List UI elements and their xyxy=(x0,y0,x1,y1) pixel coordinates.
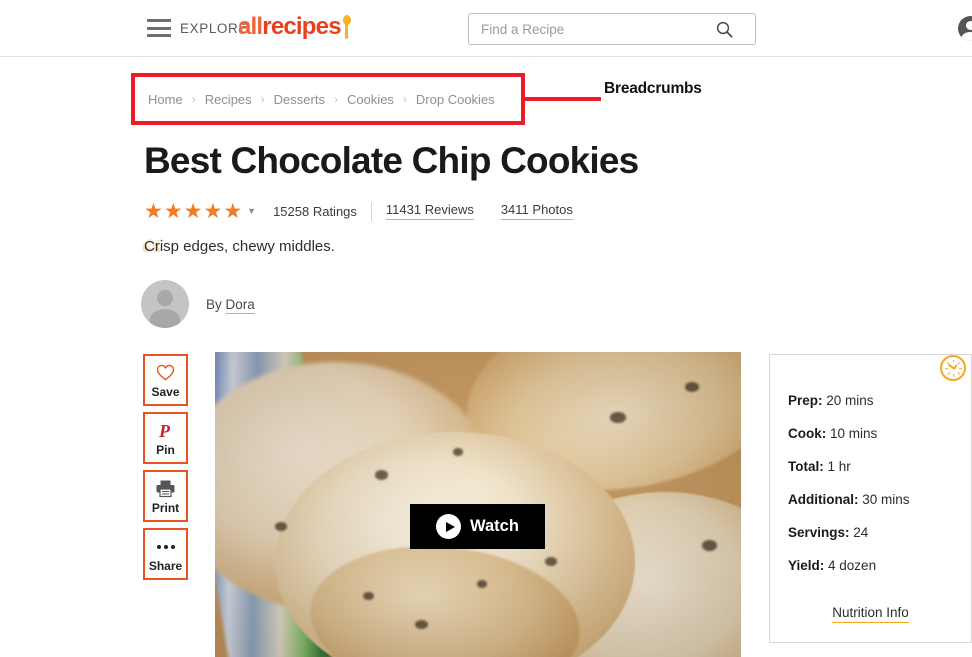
info-value-servings: 24 xyxy=(853,525,869,540)
avatar-body xyxy=(150,309,180,328)
reviews-link[interactable]: 11431 Reviews xyxy=(385,202,474,220)
svg-text:P: P xyxy=(158,421,171,441)
star-icon: ★ xyxy=(203,199,223,223)
info-row-yield: Yield: 4 dozen xyxy=(788,558,971,573)
search-icon xyxy=(716,21,732,37)
info-row-prep: Prep: 20 mins xyxy=(788,393,971,408)
nutrition-info-link[interactable]: Nutrition Info xyxy=(832,605,909,623)
info-value-additional: 30 mins xyxy=(862,492,910,507)
info-value-yield: 4 dozen xyxy=(828,558,877,573)
breadcrumb-item-desserts[interactable]: Desserts xyxy=(274,92,325,107)
info-row-total: Total: 1 hr xyxy=(788,459,971,474)
print-button-label: Print xyxy=(151,500,180,515)
rating-row: ★ ★ ★ ★ ★ ▼ 15258 Ratings 11431 Reviews … xyxy=(144,199,573,223)
recipe-action-bar: Save P Pin Print Share xyxy=(143,354,188,586)
breadcrumb-separator: › xyxy=(191,92,196,106)
search-input[interactable] xyxy=(469,14,704,44)
star-icon: ★ xyxy=(183,199,203,223)
info-label-prep: Prep: xyxy=(788,393,823,408)
info-row-additional: Additional: 30 mins xyxy=(788,492,971,507)
breadcrumb-separator: › xyxy=(333,92,338,106)
logo-text-all: all xyxy=(238,13,263,40)
pin-button-label: Pin xyxy=(156,442,175,457)
pin-button[interactable]: P Pin xyxy=(143,412,188,464)
annotation-label-breadcrumbs: Breadcrumbs xyxy=(604,80,702,97)
ellipsis-icon xyxy=(156,536,175,558)
annotation-leader-line xyxy=(525,97,601,101)
printer-icon xyxy=(155,478,176,500)
page-title: Best Chocolate Chip Cookies xyxy=(144,140,639,181)
recipe-description: Crisp edges, chewy middles. xyxy=(144,238,335,255)
watch-video-button[interactable]: Watch xyxy=(410,504,545,549)
breadcrumb-item-drop-cookies[interactable]: Drop Cookies xyxy=(416,92,495,107)
info-label-cook: Cook: xyxy=(788,426,827,441)
print-button[interactable]: Print xyxy=(143,470,188,522)
avatar-head xyxy=(157,290,173,306)
photos-link[interactable]: 3411 Photos xyxy=(500,202,573,220)
play-icon xyxy=(436,514,462,539)
allrecipes-logo[interactable]: allrecipes xyxy=(238,15,351,39)
pinterest-icon: P xyxy=(158,420,174,442)
watch-button-label: Watch xyxy=(470,517,519,535)
clock-icon xyxy=(940,355,966,381)
recipe-hero-image[interactable]: Watch xyxy=(215,352,741,657)
star-rating[interactable]: ★ ★ ★ ★ ★ ▼ xyxy=(144,201,256,222)
breadcrumb-item-cookies[interactable]: Cookies xyxy=(347,92,394,107)
star-icon: ★ xyxy=(223,199,243,223)
avatar-head xyxy=(966,21,972,30)
star-icon: ★ xyxy=(163,199,183,223)
search-button[interactable] xyxy=(704,14,744,44)
recipe-page: EXPLORE allrecipes Home › Recipes › Dess… xyxy=(0,0,972,657)
info-value-cook: 10 mins xyxy=(830,426,878,441)
breadcrumb: Home › Recipes › Desserts › Cookies › Dr… xyxy=(135,92,495,107)
info-label-total: Total: xyxy=(788,459,824,474)
info-label-additional: Additional: xyxy=(788,492,859,507)
site-header: EXPLORE allrecipes xyxy=(0,0,972,57)
search-box[interactable] xyxy=(468,13,756,45)
share-button[interactable]: Share xyxy=(143,528,188,580)
star-icon: ★ xyxy=(144,199,163,223)
nutrition-info-link-wrap: Nutrition Info xyxy=(770,604,971,623)
breadcrumb-item-home[interactable]: Home xyxy=(148,92,183,107)
chevron-down-icon[interactable]: ▼ xyxy=(247,206,256,216)
avatar xyxy=(141,280,189,328)
byline: By Dora xyxy=(206,297,255,314)
save-button[interactable]: Save xyxy=(143,354,188,406)
logo-text-recipes: recipes xyxy=(262,13,341,40)
account-avatar-icon[interactable] xyxy=(958,16,972,41)
recipe-info-box: Prep: 20 mins Cook: 10 mins Total: 1 hr … xyxy=(769,354,972,643)
spoon-icon xyxy=(342,15,351,39)
breadcrumb-item-recipes[interactable]: Recipes xyxy=(205,92,252,107)
breadcrumb-highlight-box: Home › Recipes › Desserts › Cookies › Dr… xyxy=(131,73,525,125)
info-label-yield: Yield: xyxy=(788,558,825,573)
recipe-description-block: “ Crisp edges, chewy middles. xyxy=(140,231,335,277)
hamburger-menu-icon[interactable] xyxy=(147,19,171,37)
info-value-prep: 20 mins xyxy=(826,393,874,408)
breadcrumb-separator: › xyxy=(260,92,265,106)
info-label-servings: Servings: xyxy=(788,525,850,540)
divider xyxy=(370,201,372,221)
heart-icon xyxy=(156,362,175,384)
info-row-servings: Servings: 24 xyxy=(788,525,971,540)
author-link[interactable]: Dora xyxy=(225,297,255,314)
breadcrumb-separator: › xyxy=(402,92,407,106)
save-button-label: Save xyxy=(151,384,180,399)
info-value-total: 1 hr xyxy=(827,459,851,474)
clock-face xyxy=(944,359,962,377)
byline-prefix: By xyxy=(206,297,226,312)
avatar-body xyxy=(961,32,972,41)
recipe-info-list: Prep: 20 mins Cook: 10 mins Total: 1 hr … xyxy=(770,355,971,573)
info-row-cook: Cook: 10 mins xyxy=(788,426,971,441)
share-button-label: Share xyxy=(148,558,183,573)
ratings-count: 15258 Ratings xyxy=(273,203,357,219)
